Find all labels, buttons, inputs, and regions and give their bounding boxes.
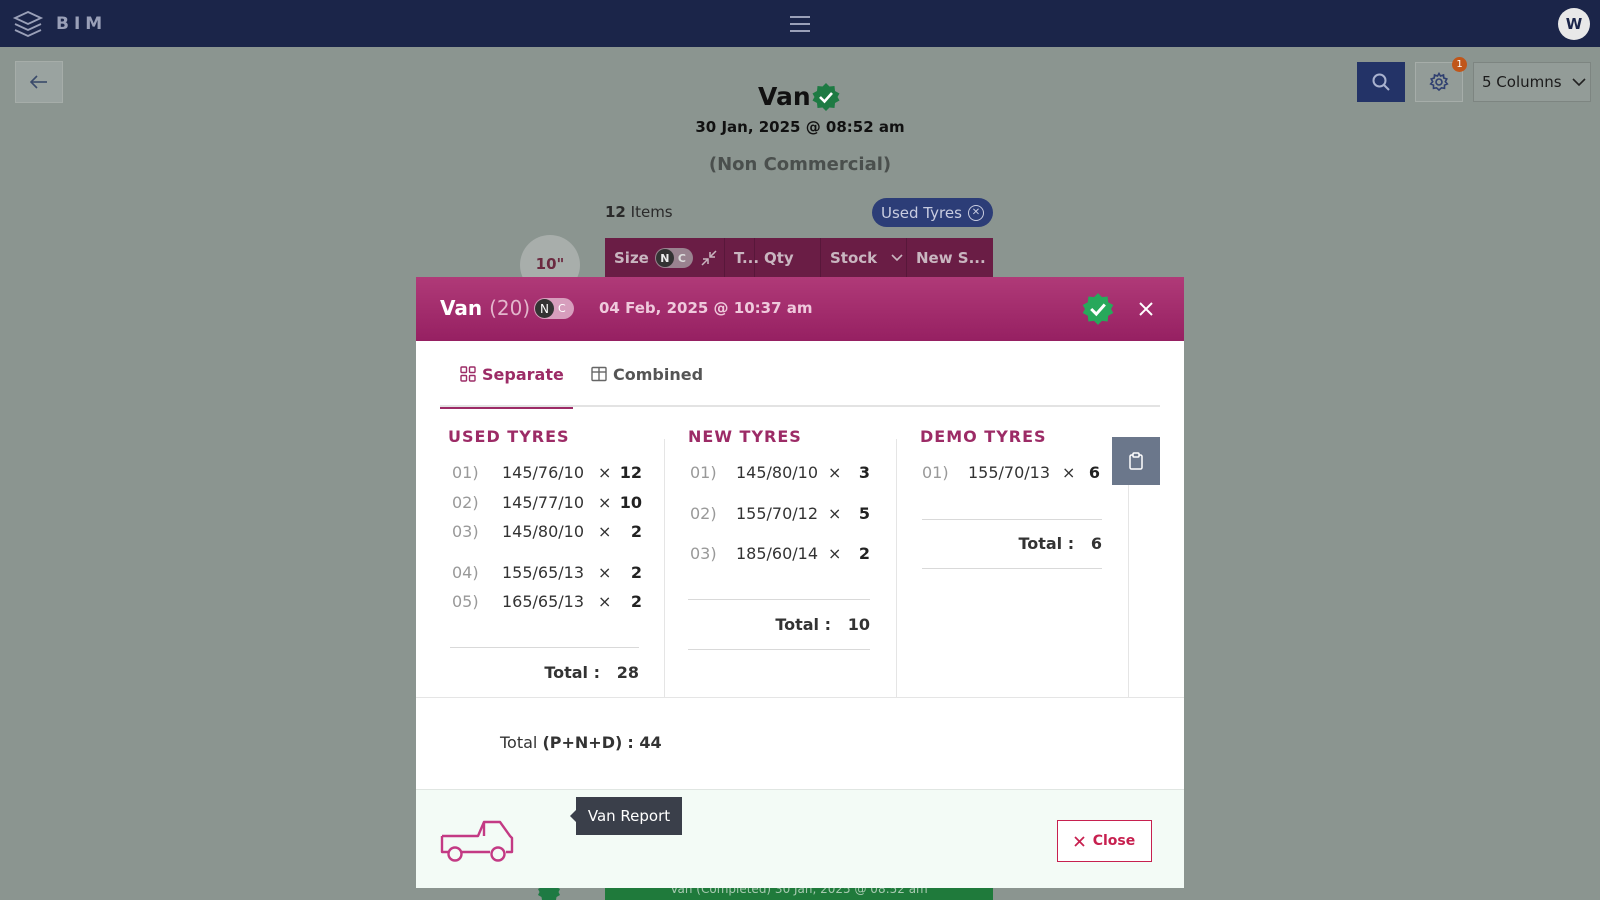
chevron-down-icon <box>891 254 903 262</box>
nc-toggle[interactable]: N C <box>534 298 574 319</box>
copy-button[interactable] <box>1112 437 1160 485</box>
close-icon <box>1074 835 1085 847</box>
items-count-value: 12 <box>605 203 626 221</box>
new-tyres-total: Total : 10 <box>775 615 870 634</box>
items-count: 12 Items <box>605 203 673 221</box>
divider <box>664 439 665 697</box>
columns-select[interactable]: 5 Columns <box>1473 62 1591 102</box>
tooltip: Van Report <box>570 797 682 835</box>
modal-header: Van (20) N C 04 Feb, 2025 @ 10:37 am <box>416 277 1184 341</box>
used-tyres-section: USED TYRES <box>448 427 570 446</box>
truck-icon[interactable] <box>440 818 514 863</box>
page-subtitle: (Non Commercial) <box>708 154 892 175</box>
brand-logo[interactable]: BIM <box>12 8 107 40</box>
user-avatar[interactable]: W <box>1558 8 1590 40</box>
column-header-qty[interactable]: Qty <box>755 238 821 278</box>
tab-combined[interactable]: Combined <box>591 341 721 407</box>
columns-select-label: 5 Columns <box>1482 73 1562 91</box>
divider <box>922 568 1102 569</box>
hamburger-icon[interactable] <box>788 14 812 34</box>
back-button[interactable] <box>15 61 63 103</box>
nc-toggle[interactable]: NC <box>654 248 693 268</box>
notification-badge: 1 <box>1452 57 1467 72</box>
arrow-left-icon <box>30 75 47 89</box>
divider <box>896 439 897 697</box>
layers-icon <box>12 11 44 37</box>
column-header-stock[interactable]: Stock <box>821 238 907 278</box>
modal-date: 04 Feb, 2025 @ 10:37 am <box>599 299 813 317</box>
modal-footer: Van Report Close <box>416 789 1184 888</box>
used-tyres-title: USED TYRES <box>448 427 570 446</box>
new-tyres-section: NEW TYRES <box>688 427 802 446</box>
verified-badge-icon <box>1082 293 1114 325</box>
page-date: 30 Jan, 2025 @ 08:52 am <box>695 118 905 136</box>
van-report-modal: Van (20) N C 04 Feb, 2025 @ 10:37 am Sep… <box>416 277 1184 888</box>
grand-total: Total (P+N+D) : 44 <box>500 733 662 752</box>
modal-count: (20) <box>489 296 531 320</box>
used-tyres-total: Total : 28 <box>544 663 639 682</box>
brand-name: BIM <box>56 14 108 34</box>
collapse-icon[interactable] <box>701 250 717 266</box>
close-icon <box>1139 302 1153 316</box>
divider <box>688 649 870 650</box>
column-header-size[interactable]: Size NC <box>605 238 725 278</box>
items-count-label: Items <box>630 203 673 221</box>
column-header-new-stock[interactable]: New S... <box>907 238 993 278</box>
close-button[interactable]: Close <box>1057 820 1152 862</box>
divider <box>922 519 1102 520</box>
column-header-type[interactable]: T... <box>725 238 759 278</box>
demo-tyres-title: DEMO TYRES <box>920 427 1047 446</box>
demo-tyres-section: DEMO TYRES <box>920 427 1047 446</box>
search-button[interactable] <box>1357 62 1405 102</box>
grand-total-section: Total (P+N+D) : 44 <box>416 697 1184 791</box>
new-tyres-title: NEW TYRES <box>688 427 802 446</box>
chevron-down-icon <box>1572 77 1586 86</box>
gear-icon <box>1429 72 1449 92</box>
grid-icon <box>460 366 476 382</box>
modal-close-button[interactable] <box>1134 297 1158 321</box>
filter-chip[interactable]: Used Tyres ✕ <box>872 198 993 227</box>
search-icon <box>1372 73 1390 91</box>
divider <box>450 647 639 648</box>
top-navbar: BIM W <box>0 0 1600 47</box>
verified-badge-icon <box>812 83 840 111</box>
demo-tyres-total: Total : 6 <box>1018 534 1102 553</box>
close-icon[interactable]: ✕ <box>967 204 984 221</box>
page-title: Van <box>758 82 811 111</box>
divider <box>688 599 870 600</box>
tab-separate[interactable]: Separate <box>440 341 573 409</box>
filter-chip-label: Used Tyres <box>881 203 962 222</box>
modal-title: Van (20) <box>440 296 531 320</box>
table-icon <box>591 366 607 382</box>
clipboard-icon <box>1129 452 1143 470</box>
modal-tabs: Separate Combined <box>440 341 1160 409</box>
table-header: Size NC T... Qty Stock New S... <box>605 238 993 278</box>
